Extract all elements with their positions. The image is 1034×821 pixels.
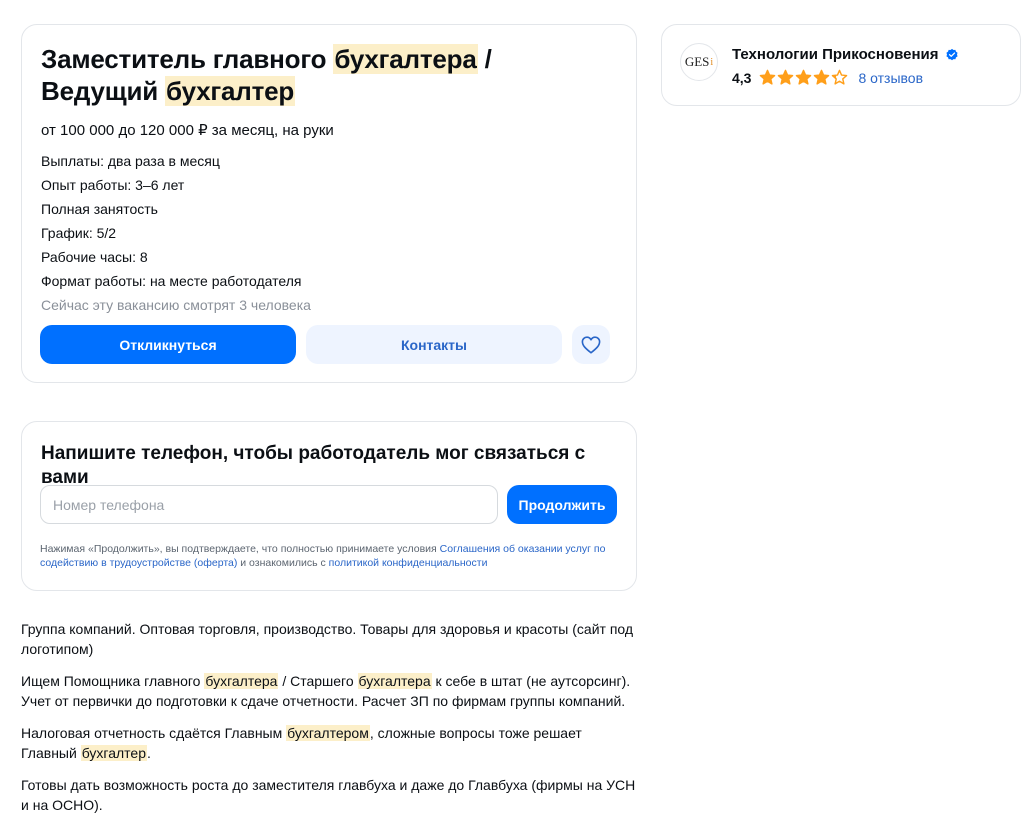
rating-stars [759,69,848,86]
company-rating: 4,3 8 отзывов [732,69,923,86]
logo-text: GES [684,54,710,69]
phone-form-title: Напишите телефон, чтобы работодатель мог… [41,443,586,488]
title-highlight: бухгалтер [165,76,296,106]
star-icon [760,69,776,85]
vacancy-actions: Откликнуться Контакты [40,325,610,364]
vacancy-description: Группа компаний. Оптовая торговля, произ… [21,619,637,821]
agreement-prefix: Нажимая «Продолжить», вы подтверждаете, … [40,543,440,555]
company-name-row: Технологии Прикосновения [732,45,959,65]
vacancy-title: Заместитель главного бухгалтера / Ведущи… [41,43,601,107]
desc-text: / Старшего [278,673,358,689]
desc-highlight: бухгалтером [286,725,370,741]
desc-text: . [147,745,151,761]
description-paragraph: Ищем Помощника главного бухгалтера / Ста… [21,671,637,711]
fact-schedule: График: 5/2 [41,225,117,241]
watchers-count: Сейчас эту вакансию смотрят 3 человека [41,297,311,313]
fact-employment: Полная занятость [41,201,158,217]
vacancy-card: Заместитель главного бухгалтера / Ведущи… [21,24,637,383]
agreement-text: Нажимая «Продолжить», вы подтверждаете, … [40,542,620,570]
vacancy-facts: Выплаты: два раза в месяц Опыт работы: 3… [41,149,617,317]
phone-form-row: Продолжить [40,485,617,524]
heart-icon [581,335,601,354]
logo-accent: i [710,56,714,68]
star-icon [814,69,830,85]
desc-highlight: бухгалтера [357,673,432,689]
respond-button[interactable]: Откликнуться [40,325,296,364]
phone-form-card: Напишите телефон, чтобы работодатель мог… [21,421,637,591]
company-logo[interactable]: GES i [680,43,718,81]
company-card: GES i Технологии Прикосновения 4,3 8 отзы… [661,24,1021,106]
desc-text: Ищем Помощника главного [21,673,205,689]
salary: от 100 000 до 120 000 ₽ за месяц, на рук… [41,122,334,139]
company-name-link[interactable]: Технологии Прикосновения [732,45,939,65]
rating-value: 4,3 [732,69,752,86]
contacts-button[interactable]: Контакты [306,325,562,364]
description-paragraph: Готовы дать возможность роста до замести… [21,777,636,813]
fact-experience: Опыт работы: 3–6 лет [41,177,185,193]
reviews-link[interactable]: 8 отзывов [858,70,923,86]
continue-button[interactable]: Продолжить [507,485,617,524]
star-icon [778,69,794,85]
description-paragraph: Группа компаний. Оптовая торговля, произ… [21,621,634,657]
star-icon [832,69,848,85]
title-highlight: бухгалтера [333,44,478,74]
privacy-policy-link[interactable]: политикой конфиденциальности [329,557,488,569]
fact-payments: Выплаты: два раза в месяц [41,153,220,169]
desc-text: Налоговая отчетность сдаётся Главным [21,725,287,741]
phone-input[interactable] [40,485,498,524]
desc-highlight: бухгалтер [80,745,147,761]
star-icon [796,69,812,85]
fact-hours: Рабочие часы: 8 [41,249,148,265]
title-text: Заместитель главного [41,44,334,74]
verified-badge-icon [945,48,958,61]
desc-highlight: бухгалтера [204,673,279,689]
fact-work-format: Формат работы: на месте работодателя [41,273,302,289]
description-paragraph: Налоговая отчетность сдаётся Главным бух… [21,723,637,763]
agreement-middle: и ознакомились с [237,557,329,569]
favorite-button[interactable] [572,325,610,364]
